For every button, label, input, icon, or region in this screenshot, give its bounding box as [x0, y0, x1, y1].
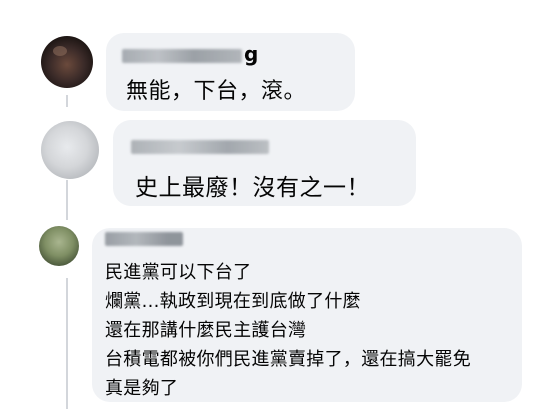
comment-bubble: 史上最廢！沒有之一！ [113, 120, 416, 206]
avatar-highlight [53, 46, 67, 56]
comment-text-line: 民進黨可以下台了 [105, 262, 252, 283]
comment-text-line: 還在那講什麼民主護台灣 [105, 320, 307, 341]
thread-line [66, 95, 68, 107]
comment-text: 史上最廢！沒有之一！ [135, 175, 370, 201]
comment-author-name[interactable] [105, 232, 183, 246]
comment-bubble: 民進黨可以下台了 爛黨...執政到現在到底做了什麼 還在那講什麼民主護台灣 台積… [92, 228, 522, 402]
comment-author-name[interactable] [122, 49, 242, 63]
comment-bubble: g 無能，下台，滾。 [106, 33, 355, 111]
avatar[interactable] [41, 36, 93, 88]
comment-text-line: 真是夠了 [105, 378, 179, 399]
thread-line [66, 278, 68, 409]
comment-text-line: 台積電都被你們民進黨賣掉了，還在搞大罷免 [105, 349, 471, 370]
avatar[interactable] [41, 121, 99, 179]
comment-text: 無能，下台，滾。 [126, 79, 307, 104]
comment-text-line: 爛黨...執政到現在到底做了什麼 [105, 291, 361, 312]
comment-author-name[interactable] [131, 140, 269, 154]
avatar[interactable] [39, 226, 79, 266]
comment-author-visible: g [244, 42, 259, 66]
thread-line [66, 180, 68, 220]
